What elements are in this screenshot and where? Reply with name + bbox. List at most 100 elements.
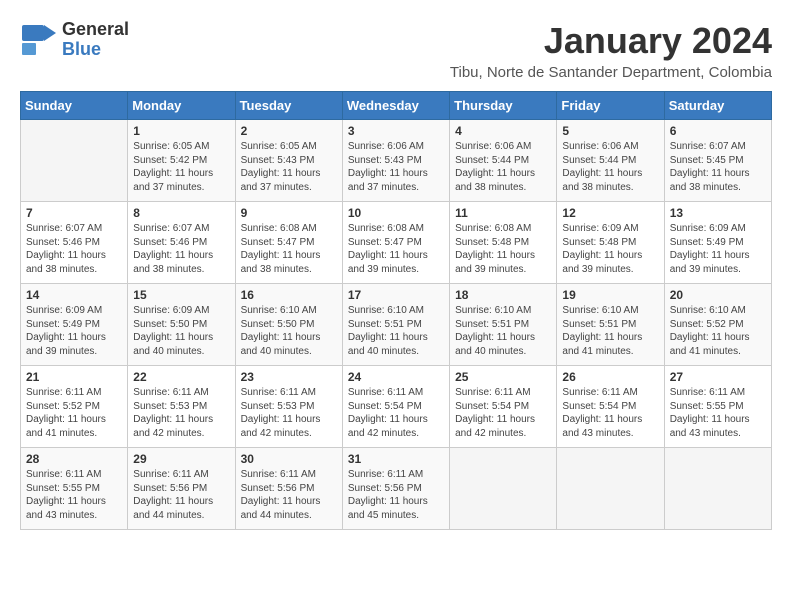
- calendar-cell: 29 Sunrise: 6:11 AM Sunset: 5:56 PM Dayli…: [128, 448, 235, 530]
- day-number: 4: [455, 124, 551, 138]
- calendar-cell: 18Sunrise: 6:10 AM Sunset: 5:51 PM Dayli…: [450, 284, 557, 366]
- calendar-cell: 27 Sunrise: 6:11 AM Sunset: 5:55 PM Dayli…: [664, 366, 771, 448]
- calendar-cell: 12 Sunrise: 6:09 AM Sunset: 5:48 PM Dayli…: [557, 202, 664, 284]
- logo: General Blue: [20, 20, 129, 60]
- title-block: January 2024 Tibu, Norte de Santander De…: [450, 20, 772, 81]
- calendar-cell: [450, 448, 557, 530]
- day-number: 6: [670, 124, 766, 138]
- day-number: 31: [348, 452, 444, 466]
- cell-info: Sunrise: 6:11 AM Sunset: 5:53 PM Dayligh…: [133, 386, 229, 440]
- calendar-cell: 30 Sunrise: 6:11 AM Sunset: 5:56 PM Dayli…: [235, 448, 342, 530]
- cell-info: Sunrise: 6:10 AM Sunset: 5:51 PM Dayligh…: [455, 304, 551, 358]
- calendar-cell: 24 Sunrise: 6:11 AM Sunset: 5:54 PM Dayli…: [342, 366, 449, 448]
- weekday-header-saturday: Saturday: [664, 92, 771, 120]
- day-number: 26: [562, 370, 658, 384]
- day-number: 8: [133, 206, 229, 220]
- day-number: 19: [562, 288, 658, 302]
- calendar-table: SundayMondayTuesdayWednesdayThursdayFrid…: [20, 91, 772, 530]
- day-number: 21: [26, 370, 122, 384]
- day-number: 16: [241, 288, 337, 302]
- cell-info: Sunrise: 6:11 AM Sunset: 5:55 PM Dayligh…: [670, 386, 766, 440]
- day-number: 15: [133, 288, 229, 302]
- cell-info: Sunrise: 6:09 AM Sunset: 5:49 PM Dayligh…: [26, 304, 122, 358]
- cell-info: Sunrise: 6:10 AM Sunset: 5:51 PM Dayligh…: [348, 304, 444, 358]
- cell-info: Sunrise: 6:11 AM Sunset: 5:54 PM Dayligh…: [562, 386, 658, 440]
- cell-info: Sunrise: 6:11 AM Sunset: 5:56 PM Dayligh…: [241, 468, 337, 522]
- day-number: 29: [133, 452, 229, 466]
- location-title: Tibu, Norte de Santander Department, Col…: [450, 64, 772, 81]
- calendar-cell: 16 Sunrise: 6:10 AM Sunset: 5:50 PM Dayli…: [235, 284, 342, 366]
- day-number: 24: [348, 370, 444, 384]
- cell-info: Sunrise: 6:11 AM Sunset: 5:54 PM Dayligh…: [348, 386, 444, 440]
- calendar-week-row: 7 Sunrise: 6:07 AM Sunset: 5:46 PM Daylig…: [21, 202, 772, 284]
- calendar-cell: [664, 448, 771, 530]
- logo-icon: [20, 21, 58, 59]
- weekday-header-monday: Monday: [128, 92, 235, 120]
- calendar-cell: 15 Sunrise: 6:09 AM Sunset: 5:50 PM Dayli…: [128, 284, 235, 366]
- calendar-week-row: 28 Sunrise: 6:11 AM Sunset: 5:55 PM Dayli…: [21, 448, 772, 530]
- day-number: 23: [241, 370, 337, 384]
- cell-info: Sunrise: 6:10 AM Sunset: 5:52 PM Dayligh…: [670, 304, 766, 358]
- cell-info: Sunrise: 6:11 AM Sunset: 5:56 PM Dayligh…: [348, 468, 444, 522]
- calendar-cell: 10 Sunrise: 6:08 AM Sunset: 5:47 PM Dayli…: [342, 202, 449, 284]
- calendar-cell: 14Sunrise: 6:09 AM Sunset: 5:49 PM Dayli…: [21, 284, 128, 366]
- cell-info: Sunrise: 6:08 AM Sunset: 5:47 PM Dayligh…: [348, 222, 444, 276]
- cell-info: Sunrise: 6:09 AM Sunset: 5:50 PM Dayligh…: [133, 304, 229, 358]
- cell-info: Sunrise: 6:11 AM Sunset: 5:55 PM Dayligh…: [26, 468, 122, 522]
- calendar-cell: 21 Sunrise: 6:11 AM Sunset: 5:52 PM Dayli…: [21, 366, 128, 448]
- day-number: 5: [562, 124, 658, 138]
- weekday-header-friday: Friday: [557, 92, 664, 120]
- calendar-cell: 5 Sunrise: 6:06 AM Sunset: 5:44 PM Daylig…: [557, 120, 664, 202]
- cell-info: Sunrise: 6:11 AM Sunset: 5:52 PM Dayligh…: [26, 386, 122, 440]
- day-number: 7: [26, 206, 122, 220]
- calendar-cell: 1Sunrise: 6:05 AM Sunset: 5:42 PM Daylig…: [128, 120, 235, 202]
- calendar-cell: 8 Sunrise: 6:07 AM Sunset: 5:46 PM Daylig…: [128, 202, 235, 284]
- cell-info: Sunrise: 6:07 AM Sunset: 5:45 PM Dayligh…: [670, 140, 766, 194]
- day-number: 17: [348, 288, 444, 302]
- day-number: 10: [348, 206, 444, 220]
- weekday-header-row: SundayMondayTuesdayWednesdayThursdayFrid…: [21, 92, 772, 120]
- calendar-cell: [557, 448, 664, 530]
- cell-info: Sunrise: 6:10 AM Sunset: 5:50 PM Dayligh…: [241, 304, 337, 358]
- cell-info: Sunrise: 6:06 AM Sunset: 5:44 PM Dayligh…: [455, 140, 551, 194]
- page-header: General Blue January 2024 Tibu, Norte de…: [20, 20, 772, 81]
- weekday-header-thursday: Thursday: [450, 92, 557, 120]
- calendar-cell: 23 Sunrise: 6:11 AM Sunset: 5:53 PM Dayli…: [235, 366, 342, 448]
- cell-info: Sunrise: 6:11 AM Sunset: 5:56 PM Dayligh…: [133, 468, 229, 522]
- calendar-cell: 25 Sunrise: 6:11 AM Sunset: 5:54 PM Dayli…: [450, 366, 557, 448]
- calendar-cell: 19Sunrise: 6:10 AM Sunset: 5:51 PM Dayli…: [557, 284, 664, 366]
- calendar-cell: 20 Sunrise: 6:10 AM Sunset: 5:52 PM Dayli…: [664, 284, 771, 366]
- calendar-cell: 7Sunrise: 6:07 AM Sunset: 5:46 PM Daylig…: [21, 202, 128, 284]
- calendar-cell: 4 Sunrise: 6:06 AM Sunset: 5:44 PM Daylig…: [450, 120, 557, 202]
- day-number: 27: [670, 370, 766, 384]
- calendar-cell: [21, 120, 128, 202]
- day-number: 2: [241, 124, 337, 138]
- calendar-cell: 31 Sunrise: 6:11 AM Sunset: 5:56 PM Dayli…: [342, 448, 449, 530]
- day-number: 25: [455, 370, 551, 384]
- logo-general: General: [62, 19, 129, 39]
- month-title: January 2024: [450, 20, 772, 62]
- calendar-cell: 11Sunrise: 6:08 AM Sunset: 5:48 PM Dayli…: [450, 202, 557, 284]
- cell-info: Sunrise: 6:09 AM Sunset: 5:48 PM Dayligh…: [562, 222, 658, 276]
- day-number: 22: [133, 370, 229, 384]
- calendar-cell: 26 Sunrise: 6:11 AM Sunset: 5:54 PM Dayli…: [557, 366, 664, 448]
- cell-info: Sunrise: 6:11 AM Sunset: 5:54 PM Dayligh…: [455, 386, 551, 440]
- calendar-week-row: 1Sunrise: 6:05 AM Sunset: 5:42 PM Daylig…: [21, 120, 772, 202]
- calendar-week-row: 21 Sunrise: 6:11 AM Sunset: 5:52 PM Dayli…: [21, 366, 772, 448]
- calendar-cell: 2 Sunrise: 6:05 AM Sunset: 5:43 PM Daylig…: [235, 120, 342, 202]
- calendar-week-row: 14Sunrise: 6:09 AM Sunset: 5:49 PM Dayli…: [21, 284, 772, 366]
- cell-info: Sunrise: 6:07 AM Sunset: 5:46 PM Dayligh…: [133, 222, 229, 276]
- cell-info: Sunrise: 6:11 AM Sunset: 5:53 PM Dayligh…: [241, 386, 337, 440]
- cell-info: Sunrise: 6:06 AM Sunset: 5:43 PM Dayligh…: [348, 140, 444, 194]
- day-number: 20: [670, 288, 766, 302]
- cell-info: Sunrise: 6:06 AM Sunset: 5:44 PM Dayligh…: [562, 140, 658, 194]
- day-number: 13: [670, 206, 766, 220]
- day-number: 12: [562, 206, 658, 220]
- day-number: 11: [455, 206, 551, 220]
- calendar-cell: 13Sunrise: 6:09 AM Sunset: 5:49 PM Dayli…: [664, 202, 771, 284]
- day-number: 28: [26, 452, 122, 466]
- weekday-header-sunday: Sunday: [21, 92, 128, 120]
- day-number: 30: [241, 452, 337, 466]
- day-number: 1: [133, 124, 229, 138]
- cell-info: Sunrise: 6:05 AM Sunset: 5:43 PM Dayligh…: [241, 140, 337, 194]
